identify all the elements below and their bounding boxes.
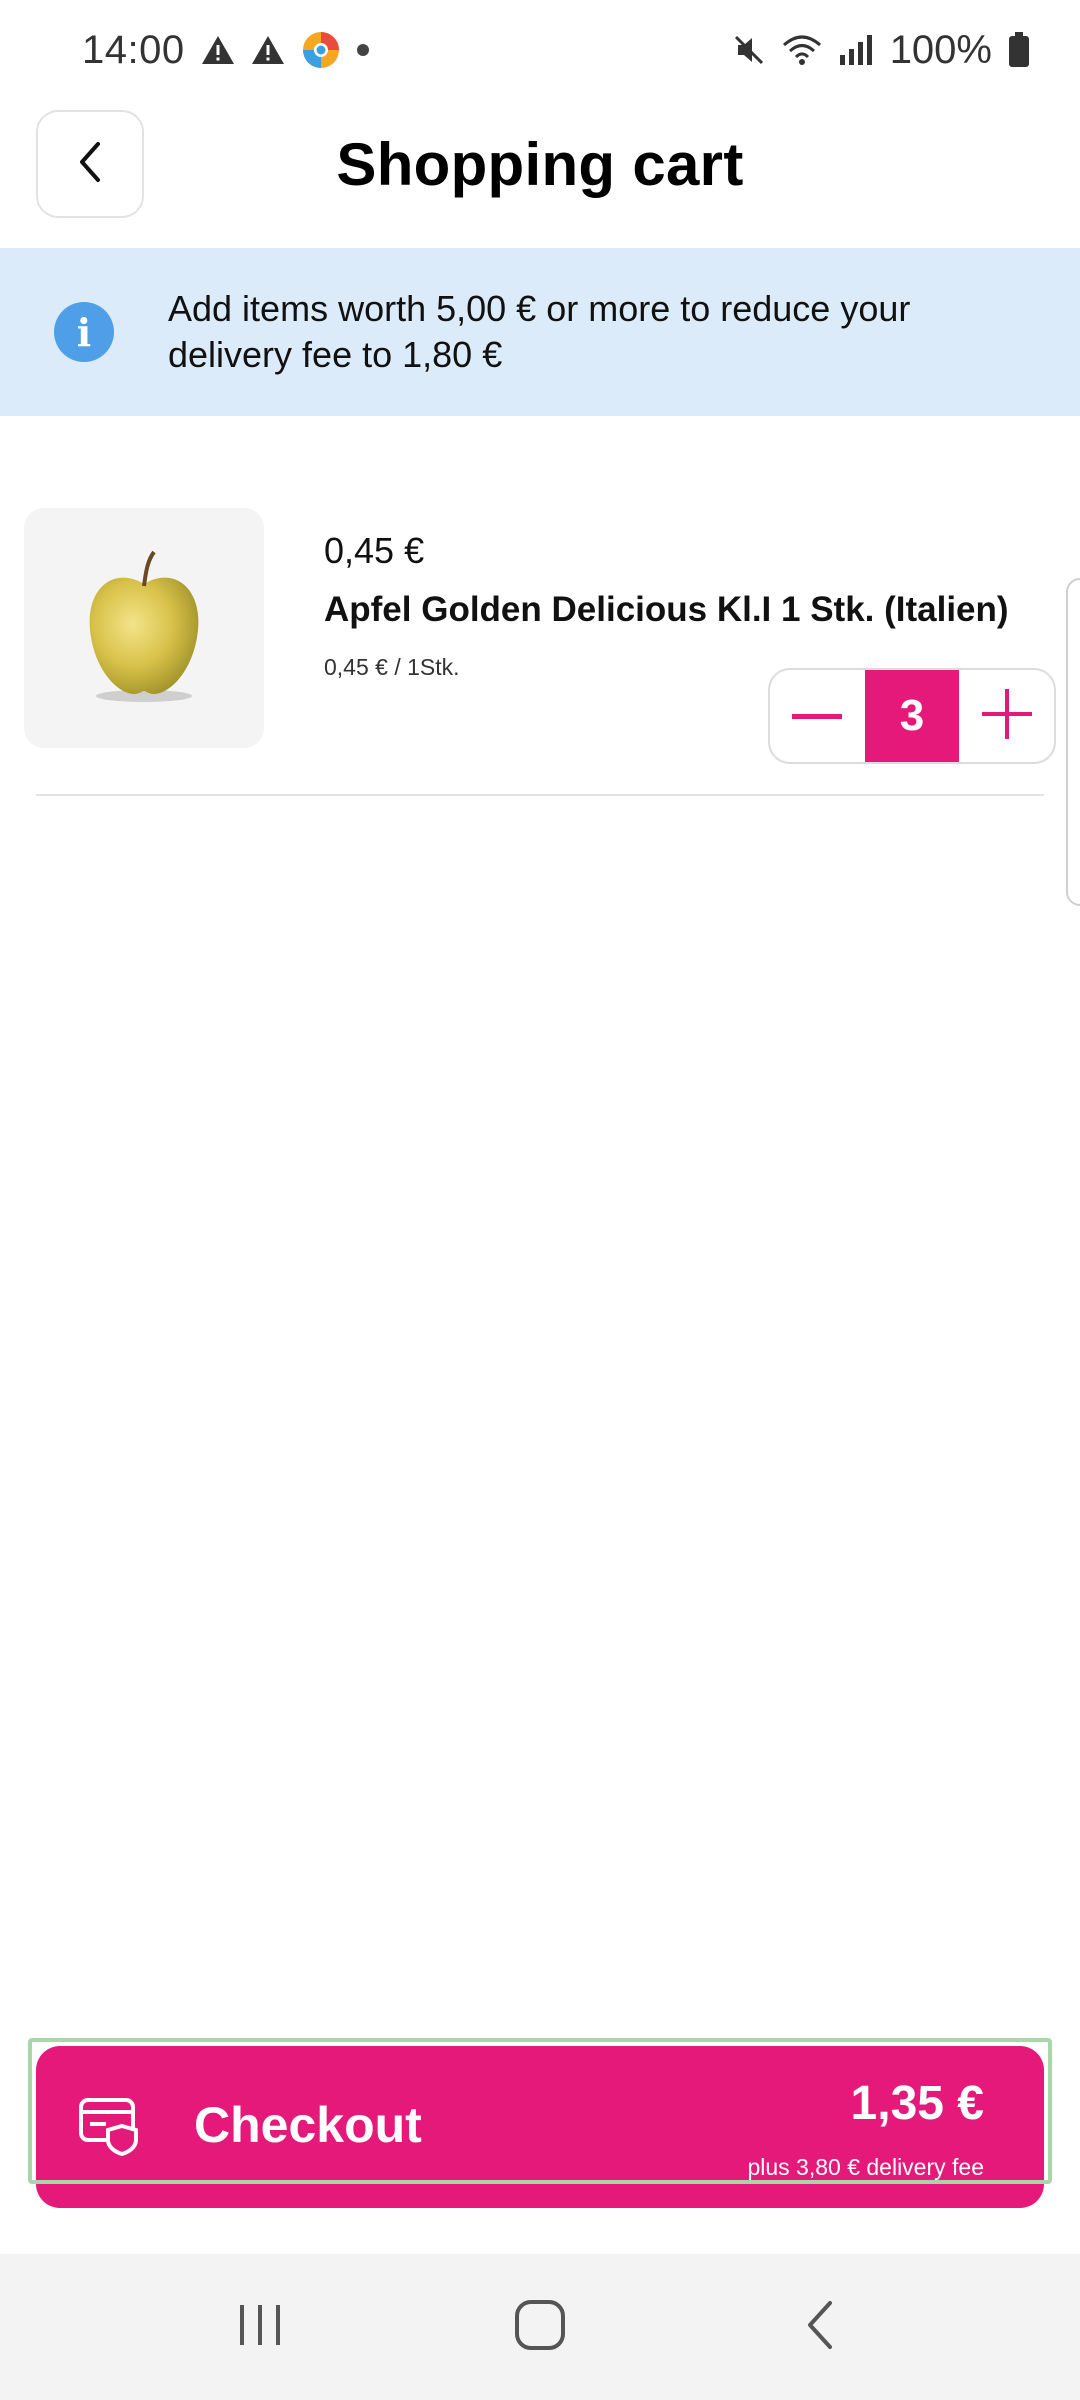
item-name[interactable]: Apfel Golden Delicious Kl.I 1 Stk. (Ital…: [324, 590, 1009, 630]
increase-quantity-button[interactable]: [959, 670, 1054, 762]
recent-apps-button[interactable]: [200, 2277, 320, 2377]
checkout-label: Checkout: [194, 2097, 422, 2153]
checkout-total: 1,35 €: [850, 2077, 984, 2130]
secure-card-icon: [78, 2096, 140, 2161]
delivery-fee-message: Add items worth 5,00 € or more to reduce…: [168, 288, 911, 375]
status-left: 14:00: [82, 28, 369, 73]
header: Shopping cart: [0, 108, 1080, 220]
back-icon: [802, 2299, 838, 2356]
status-time: 14:00: [82, 27, 185, 72]
item-unit-price: 0,45 € / 1Stk.: [324, 654, 460, 680]
status-bar: 14:00 100%: [0, 0, 1080, 100]
battery-icon: [1008, 32, 1030, 68]
system-back-button[interactable]: [760, 2277, 880, 2377]
scroll-handle[interactable]: [1066, 578, 1080, 906]
divider: [36, 794, 1044, 796]
item-price: 0,45 €: [324, 530, 425, 571]
battery-percent: 100%: [889, 27, 992, 72]
checkout-button[interactable]: Checkout 1,35 € plus 3,80 € delivery fee: [36, 2046, 1044, 2208]
home-icon: [514, 2299, 566, 2356]
decrease-quantity-button[interactable]: [770, 670, 865, 762]
screen: 14:00 100% Shopping cart i Add items wor…: [0, 0, 1080, 2400]
recent-apps-icon: [236, 2301, 284, 2354]
page-title: Shopping cart: [336, 131, 744, 198]
cart-item[interactable]: 0,45 € Apfel Golden Delicious Kl.I 1 Stk…: [0, 508, 1080, 796]
apple-image: [89, 550, 199, 702]
status-right: 100%: [732, 28, 1030, 73]
mute-icon: [732, 33, 766, 67]
quantity-stepper: 3: [768, 668, 1056, 764]
home-button[interactable]: [480, 2277, 600, 2377]
info-icon: i: [54, 302, 114, 362]
chrome-icon: [301, 30, 341, 70]
warning-icon: [251, 35, 285, 65]
wifi-icon: [782, 33, 822, 67]
delivery-fee-note: plus 3,80 € delivery fee: [747, 2154, 984, 2180]
plus-icon: [981, 688, 1032, 744]
signal-icon: [838, 33, 874, 67]
notification-dot: [356, 44, 369, 56]
system-nav-bar: [0, 2254, 1080, 2400]
minus-icon: [792, 707, 843, 725]
product-image[interactable]: [24, 508, 264, 748]
warning-icon: [201, 35, 235, 65]
quantity-value[interactable]: 3: [864, 670, 960, 762]
info-banner: i Add items worth 5,00 € or more to redu…: [0, 248, 1080, 416]
